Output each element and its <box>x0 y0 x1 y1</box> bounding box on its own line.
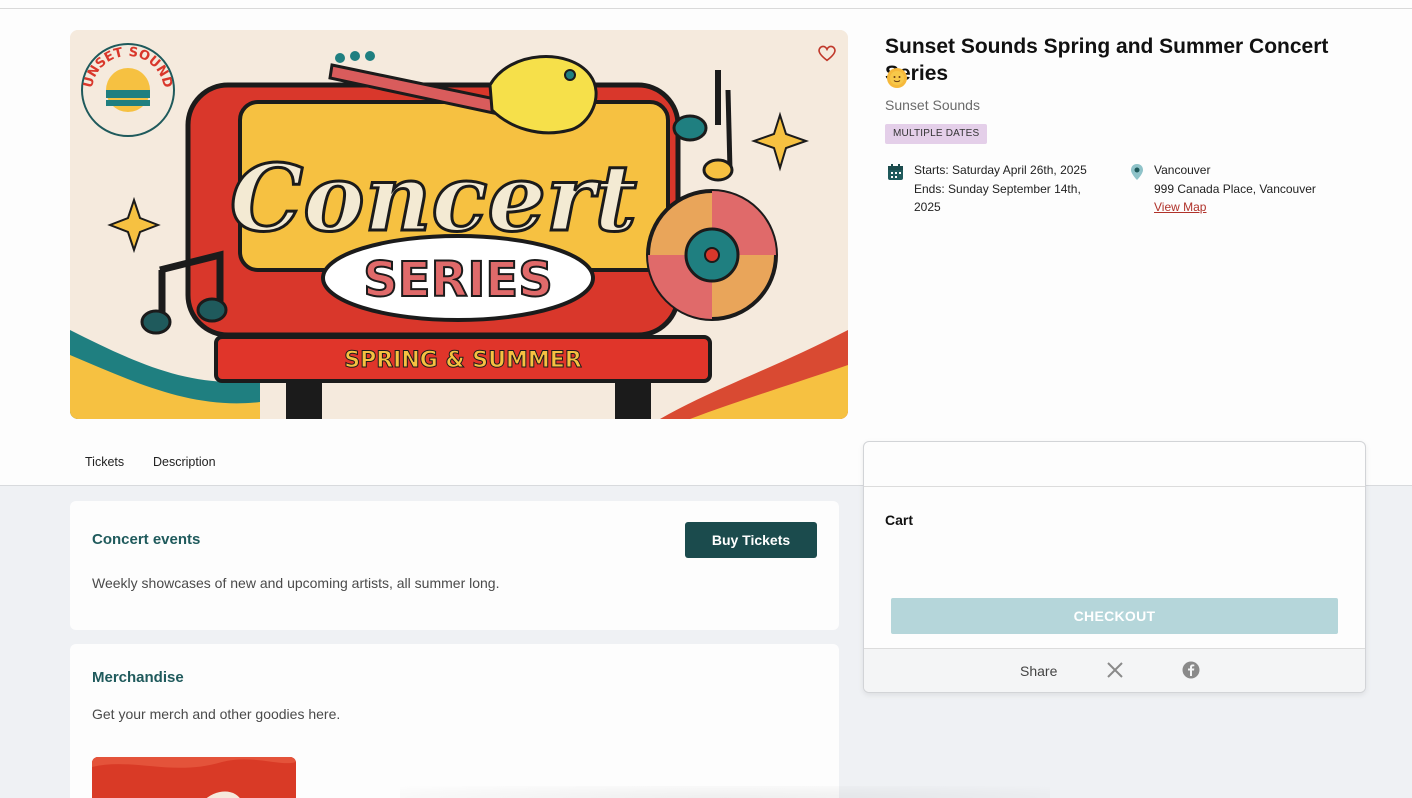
event-banner-image: Concert SERIES SPRING & SUMMER UNSET SOU… <box>70 30 848 419</box>
section-title: Concert events <box>92 531 201 548</box>
share-label: Share <box>1020 663 1058 679</box>
banner-subhead: SERIES <box>363 252 553 308</box>
organizer-name[interactable]: Sunset Sounds <box>885 97 980 113</box>
x-twitter-icon[interactable] <box>1106 661 1124 679</box>
tab-description[interactable]: Description <box>153 455 216 469</box>
event-title: Sunset Sounds Spring and Summer Concert … <box>885 35 1329 85</box>
favorite-heart-icon[interactable] <box>816 42 838 64</box>
location-city: Vancouver <box>1154 163 1211 177</box>
end-date: Ends: Sunday September 14th, 2025 <box>914 181 1081 215</box>
share-bar: Share <box>864 648 1365 692</box>
buy-tickets-button[interactable]: Buy Tickets <box>685 522 817 558</box>
cart-header <box>864 442 1365 487</box>
section-description: Get your merch and other goodies here. <box>92 706 341 722</box>
section-title: Merchandise <box>92 669 184 686</box>
tab-tickets[interactable]: Tickets <box>85 455 124 469</box>
facebook-icon[interactable] <box>1182 661 1200 679</box>
top-divider <box>0 8 1412 9</box>
multiple-dates-badge: MULTIPLE DATES <box>885 124 988 144</box>
cart-label: Cart <box>885 512 914 528</box>
merch-artwork <box>92 757 296 798</box>
bottom-shadow <box>400 786 1050 798</box>
location-address: 999 Canada Place, Vancouver <box>1154 181 1316 196</box>
section-description: Weekly showcases of new and upcoming art… <box>92 575 500 591</box>
merchandise-card: Merchandise Get your merch and other goo… <box>70 644 839 798</box>
concert-events-card: Concert events Weekly showcases of new a… <box>70 501 839 630</box>
location-pin-icon <box>1131 164 1143 180</box>
merchandise-image[interactable] <box>92 757 296 798</box>
banner-artwork: Concert SERIES SPRING & SUMMER UNSET SOU… <box>70 30 848 419</box>
checkout-button[interactable]: CHECKOUT <box>891 598 1338 634</box>
calendar-icon <box>888 164 903 180</box>
view-map-link[interactable]: View Map <box>1154 198 1206 217</box>
banner-strip: SPRING & SUMMER <box>344 348 582 373</box>
cart-panel: Cart CHECKOUT Share <box>863 441 1366 693</box>
start-date: Starts: Saturday April 26th, 2025 <box>914 163 1087 177</box>
sun-emoji-icon <box>887 68 907 88</box>
